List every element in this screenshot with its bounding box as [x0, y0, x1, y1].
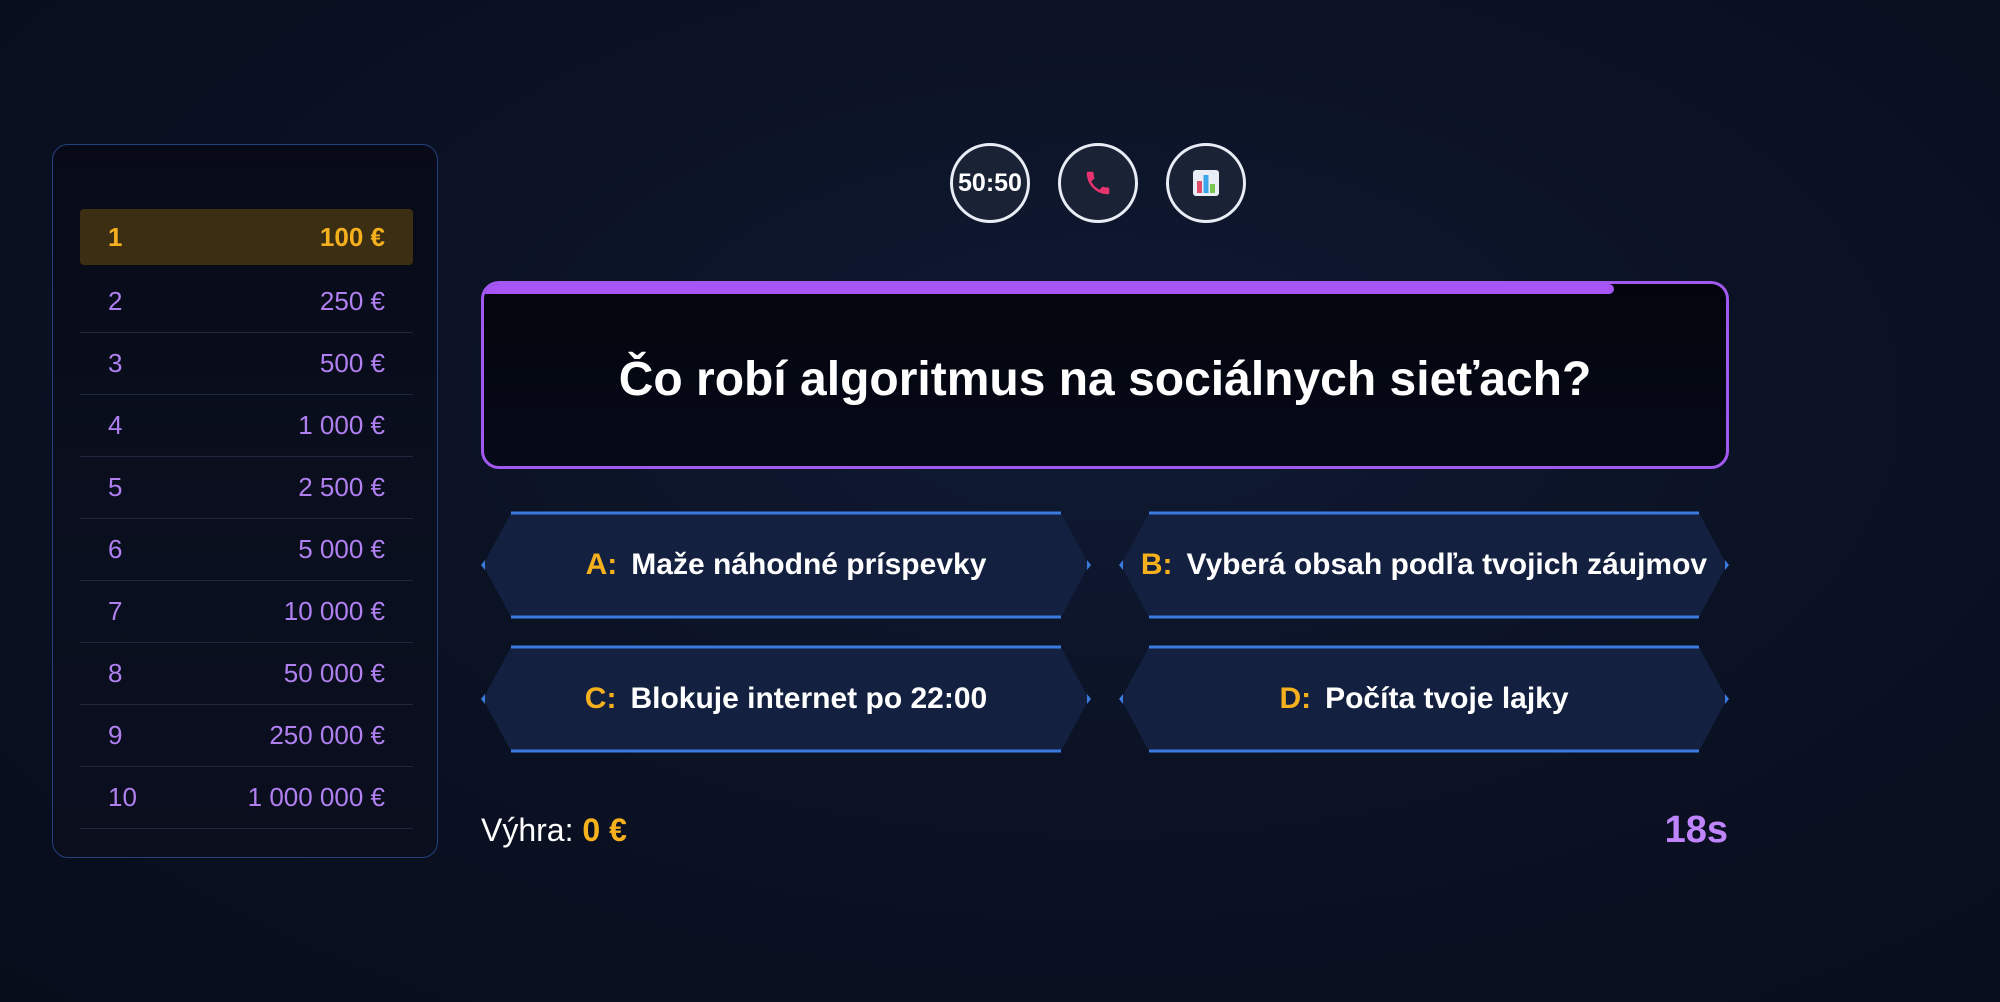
ladder-prize: 100 €: [319, 221, 385, 252]
ladder-row-5: 5 2 500 €: [80, 457, 413, 519]
ladder-prize: 50 000 €: [283, 658, 385, 688]
ladder-row-2: 2 250 €: [80, 271, 413, 333]
ladder-prize: 500 €: [319, 348, 385, 378]
ladder-level: 4: [108, 410, 123, 440]
ladder-row-1: 1 100 €: [80, 209, 413, 265]
answer-letter: B:: [1140, 548, 1173, 581]
answer-text: Blokuje internet po 22:00: [630, 682, 988, 715]
winnings-amount: 0 €: [582, 812, 627, 848]
winnings-label: Výhra:: [481, 812, 574, 848]
question-timer-fill: [484, 284, 1615, 294]
question-text: Čo robí algoritmus na sociálnych sieťach…: [618, 352, 1592, 406]
ladder-row-9: 9 250 000 €: [80, 705, 413, 767]
ladder-prize: 5 000 €: [298, 534, 385, 564]
fifty-fifty-button[interactable]: 50:50: [950, 143, 1030, 223]
answer-letter: A:: [585, 548, 618, 581]
ladder-row-8: 8 50 000 €: [80, 643, 413, 705]
phone-icon: [1083, 168, 1113, 198]
question-timer-bar: [484, 284, 1726, 294]
ladder-prize: 250 €: [319, 286, 385, 316]
ladder-prize: 1 000 000 €: [247, 782, 385, 812]
ladder-level: 9: [108, 720, 123, 750]
ladder-prize: 2 500 €: [298, 472, 385, 502]
answer-text: Maže náhodné príspevky: [631, 548, 987, 581]
lifelines: 50:50: [950, 143, 1246, 223]
countdown-timer: 18s: [1664, 809, 1728, 851]
ladder-level: 6: [108, 534, 123, 564]
answer-text: Počíta tvoje lajky: [1325, 682, 1569, 715]
ladder-list: 1 100 € 2 250 € 3 500 € 4 1 000 € 5 2 50…: [80, 209, 413, 829]
ladder-level: 2: [108, 286, 123, 316]
ladder-row-10: 10 1 000 000 €: [80, 767, 413, 829]
ladder-row-3: 3 500 €: [80, 333, 413, 395]
ladder-prize: 10 000 €: [283, 596, 385, 626]
fifty-fifty-label: 50:50: [958, 168, 1022, 197]
ladder-level: 8: [108, 658, 123, 688]
phone-a-friend-button[interactable]: [1058, 143, 1138, 223]
money-ladder: 1 100 € 2 250 € 3 500 € 4 1 000 € 5 2 50…: [52, 144, 438, 858]
ladder-prize: 1 000 €: [298, 410, 385, 440]
ladder-level: 5: [108, 472, 123, 502]
bar-chart-icon: [1192, 169, 1220, 197]
ladder-level: 3: [108, 348, 123, 378]
answer-letter: C:: [584, 682, 617, 715]
answer-letter: D:: [1279, 682, 1312, 715]
ask-audience-button[interactable]: [1166, 143, 1246, 223]
ladder-row-6: 6 5 000 €: [80, 519, 413, 581]
answer-d-button[interactable]: D: Počíta tvoje lajky: [1119, 645, 1729, 753]
ladder-prize: 250 000 €: [269, 720, 385, 750]
answer-text: Vyberá obsah podľa tvojich záujmov: [1186, 548, 1708, 581]
question-box: Čo robí algoritmus na sociálnych sieťach…: [481, 281, 1729, 469]
ladder-level: 10: [108, 782, 137, 812]
ladder-row-4: 4 1 000 €: [80, 395, 413, 457]
ladder-row-7: 7 10 000 €: [80, 581, 413, 643]
ladder-level: 7: [108, 596, 123, 626]
answer-a-button[interactable]: A: Maže náhodné príspevky: [481, 511, 1091, 619]
winnings: Výhra: 0 €: [481, 812, 627, 849]
answer-c-button[interactable]: C: Blokuje internet po 22:00: [481, 645, 1091, 753]
answer-b-button[interactable]: B: Vyberá obsah podľa tvojich záujmov: [1119, 511, 1729, 619]
ladder-level: 1: [108, 221, 123, 252]
